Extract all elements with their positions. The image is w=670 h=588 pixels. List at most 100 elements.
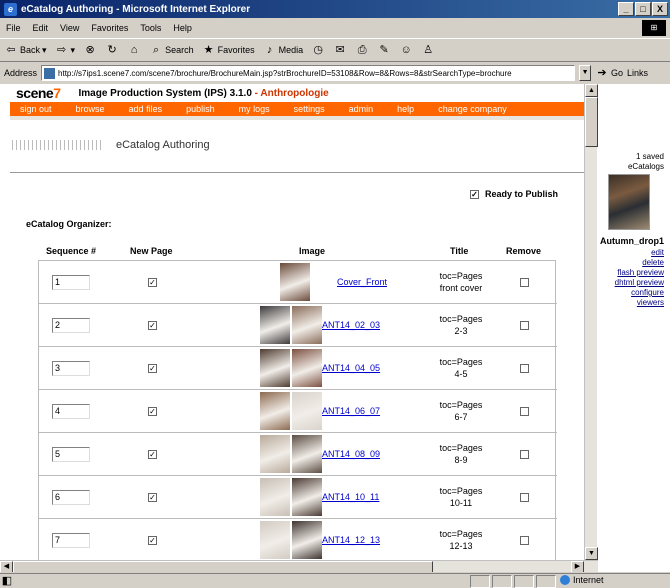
- forward-button[interactable]: ⇨ ▾: [55, 43, 75, 57]
- page-thumbnail[interactable]: [292, 435, 322, 473]
- menu-favorites[interactable]: Favorites: [91, 23, 128, 33]
- page-thumbnail[interactable]: [260, 392, 290, 430]
- mail-icon[interactable]: ✉: [333, 43, 347, 57]
- nav-help[interactable]: help: [397, 104, 414, 114]
- address-dropdown-button[interactable]: ▼: [579, 65, 592, 81]
- edit-icon[interactable]: ✎: [377, 43, 391, 57]
- catalog-configure-link[interactable]: configure: [615, 288, 664, 298]
- page-title-link[interactable]: ANT14_06_07: [322, 406, 380, 416]
- sequence-input[interactable]: 3: [52, 361, 90, 376]
- nav-browse[interactable]: browse: [76, 104, 105, 114]
- toc-line1: toc=Pages: [439, 314, 483, 324]
- catalog-thumbnail[interactable]: [608, 174, 650, 230]
- page-thumbnail[interactable]: [292, 306, 322, 344]
- organizer-label: eCatalog Organizer:: [26, 219, 112, 229]
- page-thumbnail[interactable]: [260, 306, 290, 344]
- page-title-link[interactable]: ANT14_12_13: [322, 535, 380, 545]
- toc-line2: front cover: [439, 283, 483, 293]
- nav-change-company[interactable]: change company: [438, 104, 507, 114]
- new-page-checkbox[interactable]: ✓: [148, 536, 157, 545]
- home-icon[interactable]: ⌂: [127, 43, 141, 57]
- new-page-checkbox[interactable]: ✓: [148, 493, 157, 502]
- menu-view[interactable]: View: [60, 23, 79, 33]
- ready-to-publish-checkbox[interactable]: ✓: [470, 189, 479, 199]
- catalog-delete-link[interactable]: delete: [615, 258, 664, 268]
- page-thumbnail[interactable]: [280, 263, 310, 301]
- favorites-button[interactable]: ★ Favorites: [202, 43, 255, 57]
- history-icon[interactable]: ◷: [311, 43, 325, 57]
- menu-edit[interactable]: Edit: [33, 23, 49, 33]
- nav-admin[interactable]: admin: [349, 104, 374, 114]
- menu-tools[interactable]: Tools: [140, 23, 161, 33]
- page-thumbnail[interactable]: [292, 478, 322, 516]
- subheader: eCatalog Authoring: [10, 134, 584, 156]
- scroll-left-icon[interactable]: ◀: [0, 561, 13, 572]
- refresh-icon[interactable]: ↻: [105, 43, 119, 57]
- page-thumbnail[interactable]: [292, 392, 322, 430]
- sequence-input[interactable]: 6: [52, 490, 90, 505]
- catalog-edit-link[interactable]: edit: [615, 248, 664, 258]
- catalog-viewers-link[interactable]: viewers: [615, 298, 664, 308]
- status-pane: [514, 574, 534, 588]
- remove-checkbox[interactable]: [520, 536, 529, 545]
- page-title-link[interactable]: ANT14_08_09: [322, 449, 380, 459]
- maximize-button[interactable]: □: [635, 2, 651, 16]
- sequence-input[interactable]: 2: [52, 318, 90, 333]
- menu-help[interactable]: Help: [173, 23, 192, 33]
- catalog-actions: edit delete flash preview dhtml preview …: [615, 248, 664, 308]
- scroll-right-icon[interactable]: ▶: [571, 561, 584, 572]
- scroll-thumb[interactable]: [585, 97, 598, 147]
- print-icon[interactable]: ⎙: [355, 43, 369, 57]
- page-thumbnail[interactable]: [260, 521, 290, 559]
- nav-my-logs[interactable]: my logs: [239, 104, 270, 114]
- nav-add-files[interactable]: add files: [129, 104, 163, 114]
- back-button[interactable]: ⇦ Back ▾: [4, 43, 46, 57]
- remove-checkbox[interactable]: [520, 407, 529, 416]
- links-label[interactable]: Links: [627, 68, 648, 78]
- page-thumbnail[interactable]: [260, 349, 290, 387]
- back-label: Back: [20, 45, 41, 55]
- page-thumbnail[interactable]: [292, 349, 322, 387]
- remove-checkbox[interactable]: [520, 278, 529, 287]
- remove-checkbox[interactable]: [520, 450, 529, 459]
- new-page-checkbox[interactable]: ✓: [148, 450, 157, 459]
- stop-icon[interactable]: ⊗: [83, 43, 97, 57]
- hscroll-thumb[interactable]: [13, 561, 433, 572]
- page-title-link[interactable]: ANT14_02_03: [322, 320, 380, 330]
- research-icon[interactable]: ♙: [421, 43, 435, 57]
- sequence-input[interactable]: 5: [52, 447, 90, 462]
- sequence-input[interactable]: 1: [52, 275, 90, 290]
- new-page-checkbox[interactable]: ✓: [148, 278, 157, 287]
- search-button[interactable]: ⌕ Search: [149, 43, 194, 57]
- address-input[interactable]: http://s7ips1.scene7.com/scene7/brochure…: [41, 65, 576, 81]
- nav-sign-out[interactable]: sign out: [20, 104, 52, 114]
- page-thumbnail[interactable]: [260, 435, 290, 473]
- page-title-link[interactable]: ANT14_04_05: [322, 363, 380, 373]
- new-page-checkbox[interactable]: ✓: [148, 364, 157, 373]
- catalog-dhtml-preview-link[interactable]: dhtml preview: [615, 278, 664, 288]
- catalog-flash-preview-link[interactable]: flash preview: [615, 268, 664, 278]
- nav-settings[interactable]: settings: [294, 104, 325, 114]
- minimize-button[interactable]: _: [618, 2, 634, 16]
- menu-file[interactable]: File: [6, 23, 21, 33]
- sequence-input[interactable]: 4: [52, 404, 90, 419]
- page-title-link[interactable]: Cover_Front: [337, 277, 387, 287]
- main-frame-hscroll[interactable]: ◀ ▶: [0, 560, 598, 572]
- remove-checkbox[interactable]: [520, 364, 529, 373]
- media-button[interactable]: ♪ Media: [263, 43, 303, 57]
- remove-checkbox[interactable]: [520, 321, 529, 330]
- page-thumbnail[interactable]: [292, 521, 322, 559]
- main-frame-vscroll[interactable]: ▲ ▼: [584, 84, 598, 560]
- new-page-checkbox[interactable]: ✓: [148, 321, 157, 330]
- messenger-icon[interactable]: ☺: [399, 43, 413, 57]
- go-button[interactable]: ➔ Go: [595, 66, 623, 80]
- close-button[interactable]: X: [652, 2, 668, 16]
- page-thumbnail[interactable]: [260, 478, 290, 516]
- nav-publish[interactable]: publish: [186, 104, 215, 114]
- remove-checkbox[interactable]: [520, 493, 529, 502]
- page-title-link[interactable]: ANT14_10_11: [322, 492, 379, 502]
- sequence-input[interactable]: 7: [52, 533, 90, 548]
- scroll-down-icon[interactable]: ▼: [585, 547, 598, 560]
- new-page-checkbox[interactable]: ✓: [148, 407, 157, 416]
- scroll-up-icon[interactable]: ▲: [585, 84, 598, 97]
